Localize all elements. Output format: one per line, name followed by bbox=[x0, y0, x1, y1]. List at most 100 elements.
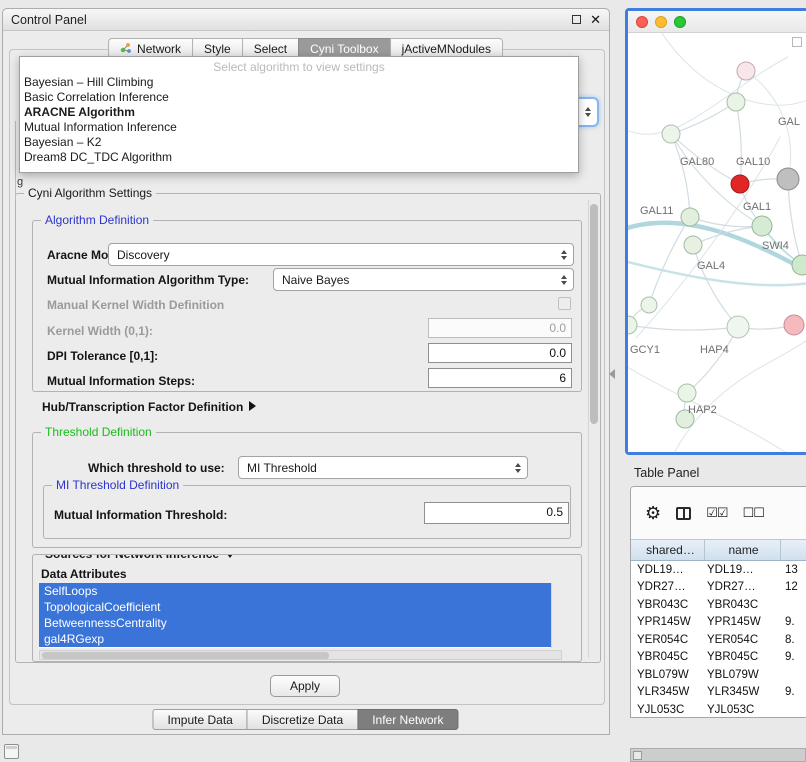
network-titlebar[interactable] bbox=[628, 11, 806, 33]
network-node-gal4[interactable] bbox=[684, 236, 702, 254]
network-edge[interactable] bbox=[687, 327, 738, 393]
table-row[interactable]: YER054CYER054C8. bbox=[631, 631, 806, 649]
table-row[interactable]: YBR045CYBR045C9. bbox=[631, 649, 806, 667]
table-row[interactable]: YLR345WYLR345W9. bbox=[631, 684, 806, 702]
network-node-gal1[interactable] bbox=[752, 216, 772, 236]
algorithm-option-dream8-dc-tdc-algorithm[interactable]: Dream8 DC_TDC Algorithm bbox=[20, 150, 578, 165]
table-row[interactable]: YBR043CYBR043C bbox=[631, 596, 806, 614]
network-node-swi4[interactable] bbox=[792, 255, 806, 275]
network-canvas[interactable]: GAL80GAL10GAL11GAL1SWI4GAL4GCY1HAP4HAP2G… bbox=[628, 33, 806, 452]
network-node-gal80[interactable] bbox=[662, 125, 680, 143]
network-node[interactable] bbox=[727, 93, 745, 111]
algorithm-definition-group: Algorithm Definition Aracne Mode: Discov… bbox=[32, 220, 582, 392]
attribute-item-topologicalcoefficient[interactable]: TopologicalCoefficient bbox=[39, 599, 551, 615]
table-cell: YDR27… bbox=[705, 581, 781, 593]
control-panel-window: Control Panel ✕ NetworkStyleSelectCyni T… bbox=[2, 8, 610, 735]
close-icon[interactable]: ✕ bbox=[590, 13, 601, 26]
select-all-checkboxes-icon[interactable]: ☑☑ bbox=[706, 505, 727, 521]
collapse-down-icon[interactable] bbox=[225, 554, 235, 558]
network-edge[interactable] bbox=[736, 102, 741, 184]
bottom-tab-bar: Impute DataDiscretize DataInfer Network bbox=[153, 709, 458, 730]
attribute-item-gal4rgexp[interactable]: gal4RGexp bbox=[39, 631, 551, 647]
splitter-handle[interactable] bbox=[609, 369, 615, 379]
bottom-tab-infer-network[interactable]: Infer Network bbox=[357, 709, 458, 730]
attributes-hscrollbar[interactable] bbox=[39, 650, 562, 660]
dpi-tolerance-label: DPI Tolerance [0,1]: bbox=[47, 349, 158, 363]
settings-scrollbar[interactable] bbox=[588, 200, 599, 658]
node-label-gcy1: GCY1 bbox=[630, 344, 660, 356]
clipped-group-label-fragment: g bbox=[17, 176, 23, 188]
table-cell: YJL053C bbox=[705, 704, 781, 716]
table-cell: YPR145W bbox=[705, 616, 781, 628]
node-label-hap4: HAP4 bbox=[700, 344, 729, 356]
algorithm-option-aracne-algorithm[interactable]: ARACNE Algorithm bbox=[20, 105, 578, 120]
columns-icon[interactable] bbox=[676, 507, 691, 520]
network-edge[interactable] bbox=[671, 134, 690, 217]
zoom-traffic-light-icon[interactable] bbox=[674, 16, 686, 28]
column-header-shared[interactable]: shared… bbox=[631, 540, 705, 560]
kernel-width-field[interactable]: 0.0 bbox=[428, 318, 572, 338]
network-node[interactable] bbox=[641, 297, 657, 313]
network-node[interactable] bbox=[727, 316, 749, 338]
algorithm-option-mutual-information-inference[interactable]: Mutual Information Inference bbox=[20, 120, 578, 135]
network-edge[interactable] bbox=[671, 102, 736, 134]
network-node-gal10[interactable] bbox=[731, 175, 749, 193]
column-header-2[interactable] bbox=[781, 540, 806, 560]
collapsed-table-strip[interactable] bbox=[630, 748, 806, 762]
network-node[interactable] bbox=[737, 62, 755, 80]
expand-right-icon[interactable] bbox=[249, 401, 256, 411]
network-edge[interactable] bbox=[693, 245, 738, 327]
mi-threshold-field[interactable]: 0.5 bbox=[424, 502, 569, 524]
tab-label: Select bbox=[254, 42, 287, 56]
minimize-traffic-light-icon[interactable] bbox=[655, 16, 667, 28]
which-threshold-combobox[interactable]: MI Threshold bbox=[238, 456, 528, 479]
group-title: MI Threshold Definition bbox=[52, 478, 183, 492]
combo-arrows-icon bbox=[561, 250, 567, 260]
algorithm-option-bayesian-k2[interactable]: Bayesian – K2 bbox=[20, 135, 578, 150]
gear-icon[interactable]: ⚙ bbox=[645, 504, 661, 522]
attribute-item-selfloops[interactable]: SelfLoops bbox=[39, 583, 551, 599]
column-header-name[interactable]: name bbox=[705, 540, 781, 560]
attributes-scrollbar[interactable] bbox=[551, 583, 562, 648]
bottom-tab-discretize-data[interactable]: Discretize Data bbox=[247, 709, 358, 730]
network-node-gcy1[interactable] bbox=[628, 316, 637, 334]
network-edge[interactable] bbox=[628, 325, 738, 330]
combo-arrows-icon bbox=[585, 107, 591, 117]
table-row[interactable]: YDR27…YDR27…12 bbox=[631, 579, 806, 597]
tab-label: Network bbox=[137, 42, 181, 56]
dpi-tolerance-field[interactable]: 0.0 bbox=[428, 343, 572, 363]
scrollbar-thumb[interactable] bbox=[590, 204, 598, 424]
scrollbar-thumb[interactable] bbox=[42, 652, 329, 659]
table-cell: YLR345W bbox=[631, 686, 705, 698]
close-traffic-light-icon[interactable] bbox=[636, 16, 648, 28]
mi-steps-field[interactable]: 6 bbox=[428, 368, 572, 388]
table-cell: YPR145W bbox=[631, 616, 705, 628]
table-row[interactable]: YDL19…YDL19…13 bbox=[631, 561, 806, 579]
apply-button[interactable]: Apply bbox=[270, 675, 340, 697]
tab-label: jActiveMNodules bbox=[402, 42, 491, 56]
aracne-mode-combobox[interactable]: Discovery bbox=[108, 243, 574, 266]
network-node[interactable] bbox=[777, 168, 799, 190]
network-edge[interactable] bbox=[788, 179, 802, 265]
hub-section-toggle[interactable]: Hub/Transcription Factor Definition bbox=[42, 400, 256, 414]
table-row[interactable]: YBL079WYBL079W bbox=[631, 666, 806, 684]
network-node-hap4[interactable] bbox=[784, 315, 804, 335]
mi-type-combobox[interactable]: Naive Bayes bbox=[273, 268, 574, 291]
table-row[interactable]: YJL053CYJL053C bbox=[631, 701, 806, 717]
sources-toggle[interactable]: Sources for Network Inference bbox=[41, 554, 239, 561]
data-attributes-label: Data Attributes bbox=[41, 567, 127, 581]
algorithm-option-basic-correlation-inference[interactable]: Basic Correlation Inference bbox=[20, 90, 578, 105]
table-cell: YDL19… bbox=[705, 564, 781, 576]
network-node-hap2[interactable] bbox=[678, 384, 696, 402]
control-panel-titlebar[interactable]: Control Panel ✕ bbox=[3, 9, 609, 31]
float-window-icon[interactable] bbox=[572, 15, 581, 24]
algorithm-option-bayesian-hill-climbing[interactable]: Bayesian – Hill Climbing bbox=[20, 75, 578, 90]
network-node-gal11[interactable] bbox=[681, 208, 699, 226]
collapsed-panel-icon[interactable] bbox=[4, 744, 19, 759]
network-edge[interactable] bbox=[649, 217, 690, 305]
bottom-tab-impute-data[interactable]: Impute Data bbox=[152, 709, 247, 730]
deselect-all-checkboxes-icon[interactable]: ☐☐ bbox=[742, 505, 763, 521]
table-row[interactable]: YPR145WYPR145W9. bbox=[631, 614, 806, 632]
manual-kernel-checkbox[interactable] bbox=[558, 297, 571, 310]
attribute-item-betweennesscentrality[interactable]: BetweennessCentrality bbox=[39, 615, 551, 631]
